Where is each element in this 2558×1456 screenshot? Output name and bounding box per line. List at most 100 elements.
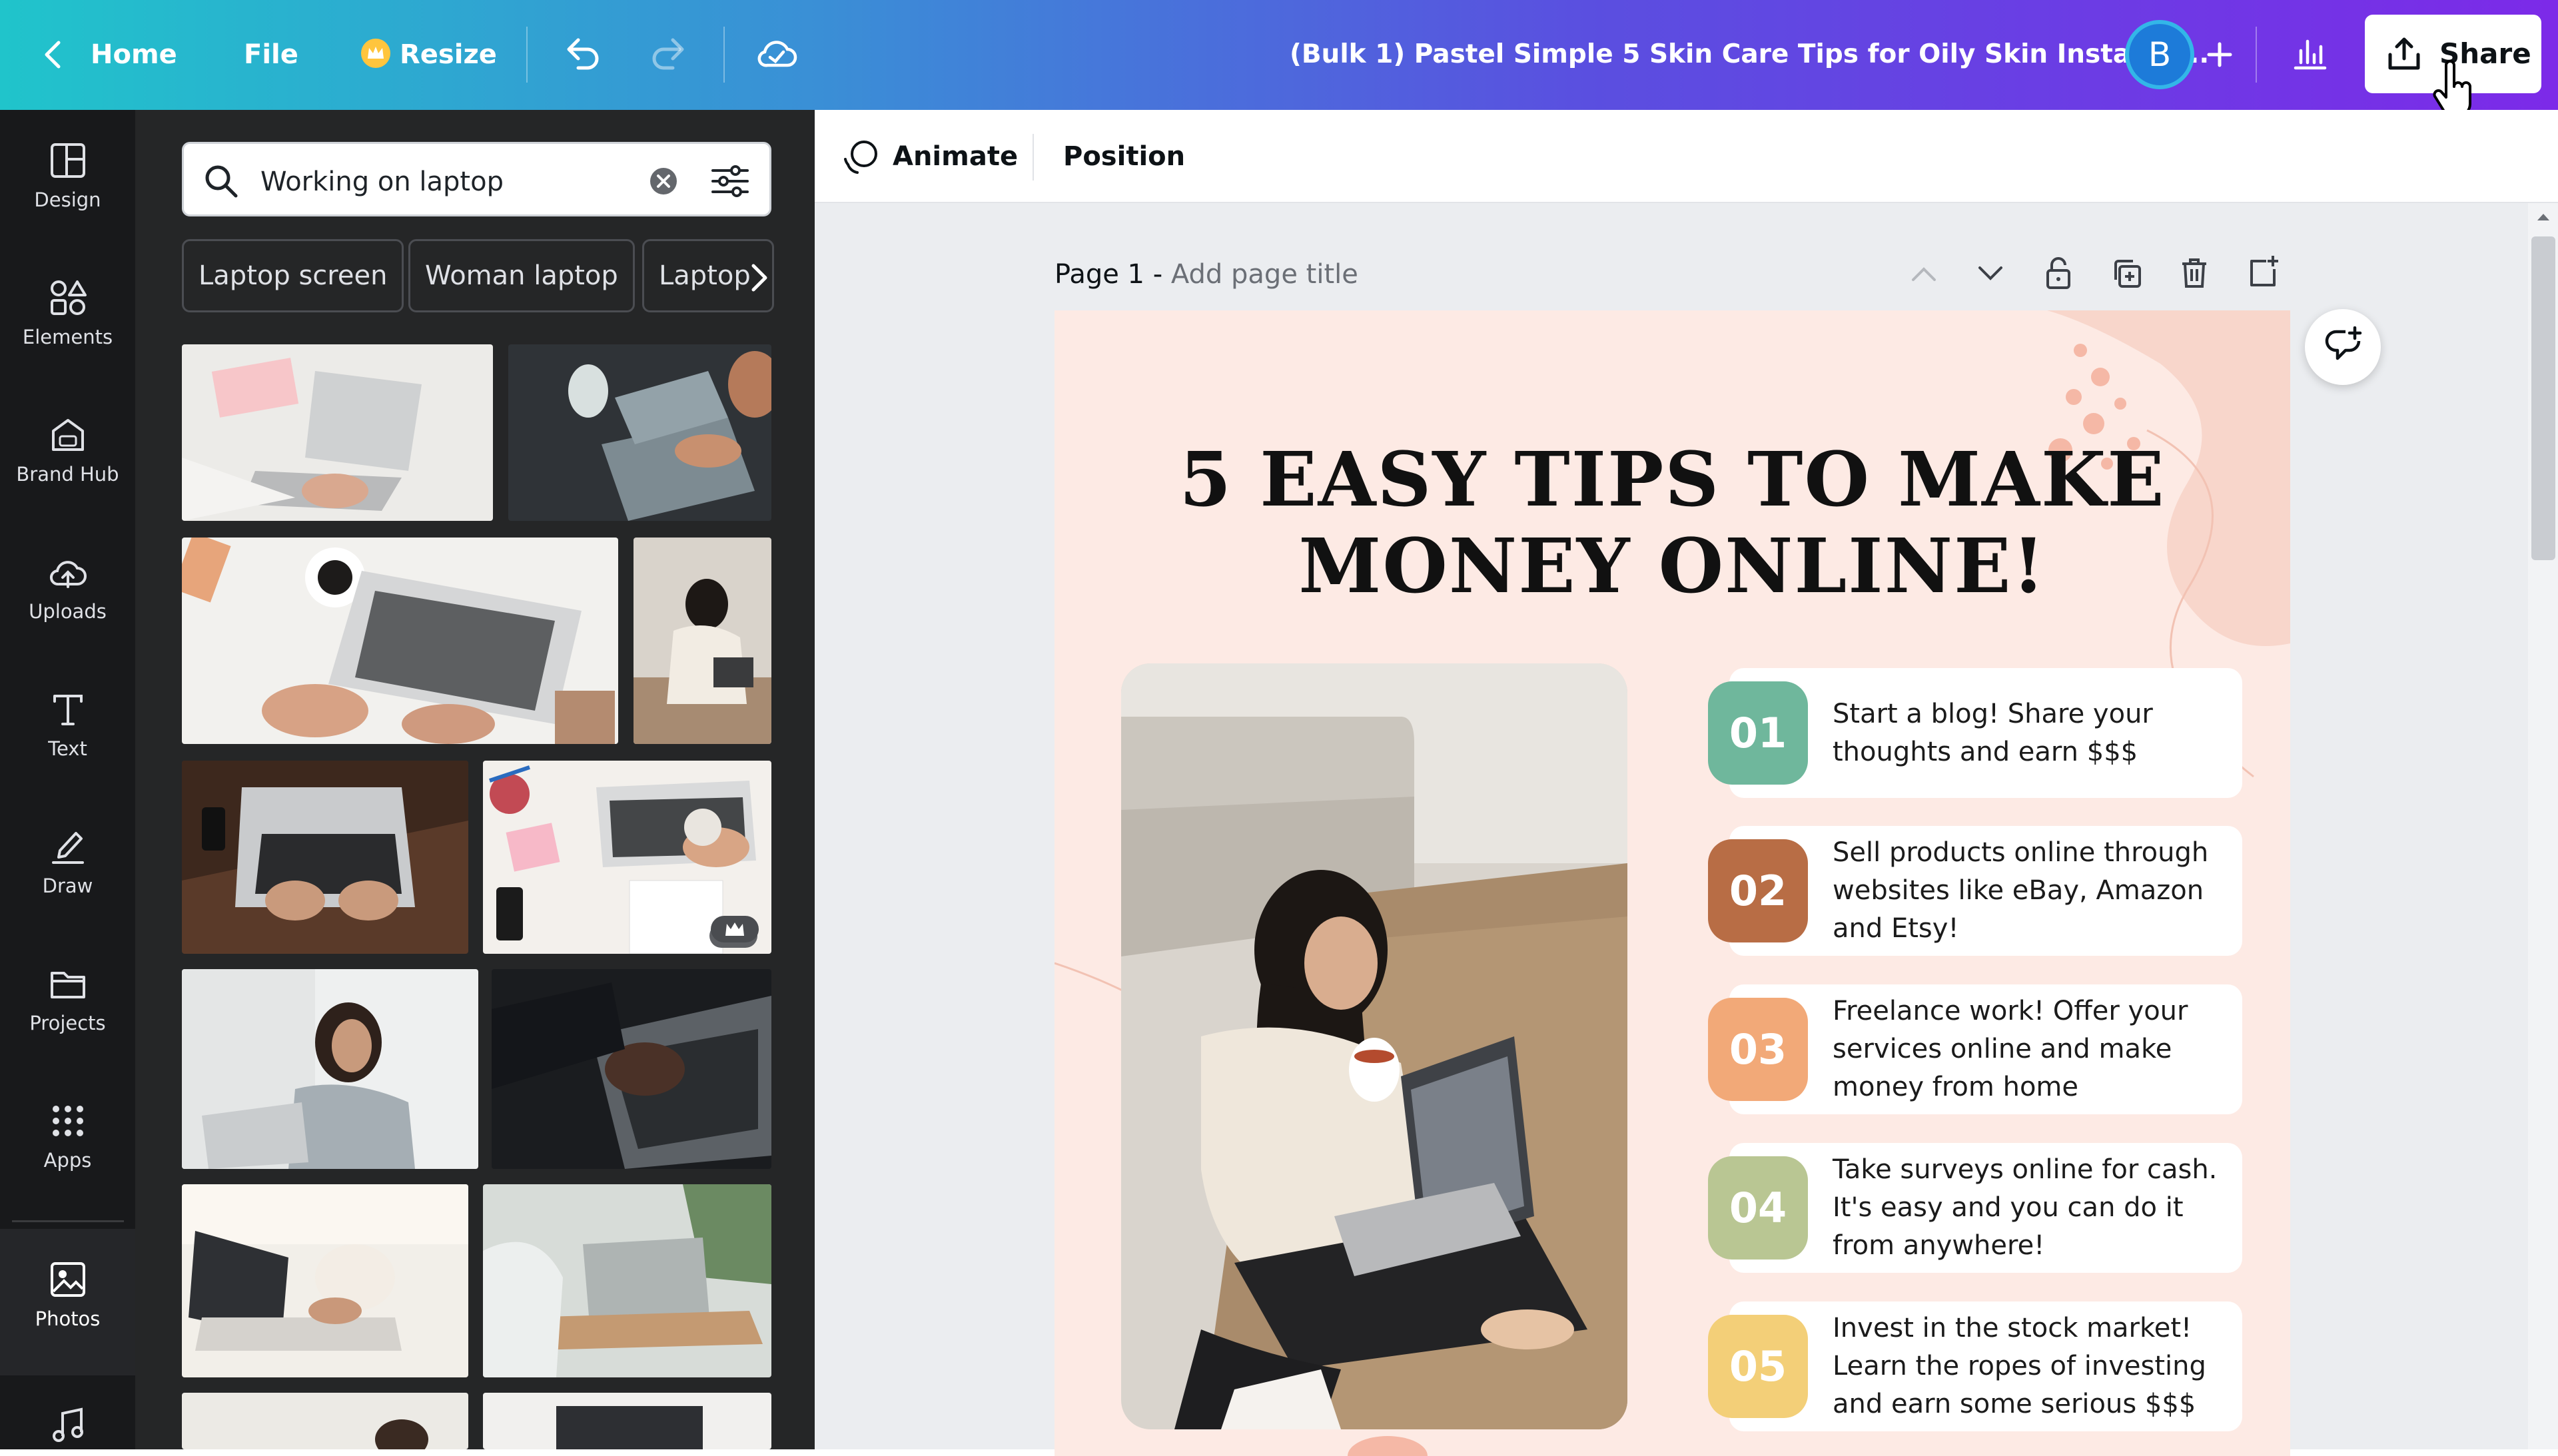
scroll-up-arrow-icon[interactable] bbox=[2536, 211, 2551, 222]
rail-item-text[interactable]: Text bbox=[0, 659, 135, 792]
file-menu[interactable]: File bbox=[244, 41, 298, 68]
cloud-saved-icon[interactable] bbox=[755, 35, 798, 72]
premium-crown-icon bbox=[711, 916, 759, 942]
photo-thumbnail[interactable] bbox=[182, 344, 493, 521]
duplicate-page-icon[interactable] bbox=[2110, 257, 2144, 290]
music-icon bbox=[48, 1405, 88, 1445]
design-page[interactable]: 5 EASY TIPS TO MAKE MONEY ONLINE! 01 Sta… bbox=[1055, 310, 2290, 1456]
tip-card[interactable]: 01 Start a blog! Share your thoughts and… bbox=[1708, 668, 2242, 798]
rail-item-brand-hub[interactable]: Brand Hub bbox=[0, 384, 135, 518]
photos-icon bbox=[48, 1260, 88, 1299]
heading-line: MONEY ONLINE! bbox=[1298, 523, 2046, 610]
search-input[interactable]: Working on laptop bbox=[260, 169, 504, 195]
separator bbox=[1033, 134, 1034, 181]
page-title-input[interactable]: Add page title bbox=[1171, 259, 1358, 290]
chevron-right-icon[interactable] bbox=[749, 263, 769, 292]
page-number: Page 1 - bbox=[1055, 259, 1163, 290]
photo-thumbnail[interactable] bbox=[182, 1393, 468, 1449]
lock-icon[interactable] bbox=[2042, 256, 2074, 290]
avatar[interactable]: B bbox=[2125, 20, 2194, 89]
filter-icon[interactable] bbox=[710, 163, 750, 200]
rail-label: Uploads bbox=[29, 600, 107, 623]
scrollbar-thumb[interactable] bbox=[2531, 236, 2555, 560]
search-icon bbox=[203, 163, 240, 200]
tip-text: Sell products online through websites li… bbox=[1833, 837, 2209, 944]
rail-item-design[interactable]: Design bbox=[0, 110, 135, 243]
upload-icon bbox=[48, 552, 88, 592]
folder-icon bbox=[48, 964, 88, 1004]
share-icon bbox=[2385, 35, 2423, 73]
undo-icon[interactable] bbox=[562, 35, 602, 72]
tip-card[interactable]: 04 Take surveys online for cash. It's ea… bbox=[1708, 1143, 2242, 1273]
chevron-up-icon[interactable] bbox=[1909, 262, 1938, 285]
context-toolbar: Animate Position bbox=[815, 110, 2558, 203]
photo-thumbnail[interactable] bbox=[483, 1393, 771, 1449]
rail-item-photos[interactable]: Photos bbox=[0, 1229, 135, 1375]
crown-icon bbox=[360, 37, 392, 69]
clear-icon[interactable] bbox=[649, 167, 678, 196]
add-comment-button[interactable] bbox=[2305, 309, 2381, 385]
tip-text: Freelance work! Offer your services onli… bbox=[1833, 996, 2188, 1102]
rail-divider bbox=[12, 1220, 124, 1222]
tip-card[interactable]: 03 Freelance work! Offer your services o… bbox=[1708, 984, 2242, 1114]
separator bbox=[2256, 27, 2257, 83]
tip-number-badge: 01 bbox=[1708, 681, 1808, 785]
rail-label: Text bbox=[48, 737, 87, 760]
plus-icon[interactable] bbox=[2202, 37, 2237, 72]
rail-label: Draw bbox=[42, 875, 93, 897]
elements-icon bbox=[48, 278, 88, 318]
search-box[interactable]: Working on laptop bbox=[182, 142, 771, 216]
photo-thumbnail[interactable] bbox=[483, 1184, 771, 1377]
page-header: Page 1 - Add page title bbox=[1055, 261, 1358, 288]
tip-text: Take surveys online for cash. It's easy … bbox=[1833, 1154, 2218, 1261]
resize-button[interactable]: Resize bbox=[400, 41, 497, 68]
photo-thumbnail[interactable] bbox=[182, 538, 618, 744]
chevron-left-icon[interactable] bbox=[41, 40, 65, 69]
suggestion-chip[interactable]: Laptop screen bbox=[182, 239, 404, 312]
rail-item-uploads[interactable]: Uploads bbox=[0, 522, 135, 655]
tip-number-badge: 04 bbox=[1708, 1156, 1808, 1260]
redo-icon[interactable] bbox=[649, 35, 689, 72]
main-photo[interactable] bbox=[1121, 663, 1627, 1429]
analytics-icon[interactable] bbox=[2292, 35, 2329, 72]
home-button[interactable]: Home bbox=[91, 41, 177, 68]
rail-label: Projects bbox=[29, 1012, 106, 1034]
rail-item-apps[interactable]: Apps bbox=[0, 1070, 135, 1204]
rail-item-audio[interactable] bbox=[0, 1379, 135, 1449]
document-title[interactable]: (Bulk 1) Pastel Simple 5 Skin Care Tips … bbox=[1290, 41, 2209, 68]
chevron-down-icon[interactable] bbox=[1976, 262, 2005, 285]
comment-add-icon bbox=[2323, 326, 2364, 368]
animate-button[interactable]: Animate bbox=[893, 143, 1018, 170]
separator bbox=[723, 27, 725, 83]
position-button[interactable]: Position bbox=[1063, 143, 1185, 170]
photos-panel: Working on laptop Laptop screen Woman la… bbox=[135, 110, 815, 1449]
draw-icon bbox=[48, 827, 88, 867]
photo-thumbnail[interactable] bbox=[634, 538, 771, 744]
photo-thumbnail[interactable] bbox=[182, 969, 478, 1169]
tip-text: Start a blog! Share your thoughts and ea… bbox=[1833, 698, 2153, 767]
rail-label: Brand Hub bbox=[16, 463, 119, 486]
separator bbox=[526, 27, 528, 83]
rail-item-projects[interactable]: Projects bbox=[0, 933, 135, 1066]
tip-number-badge: 05 bbox=[1708, 1315, 1808, 1418]
photo-thumbnail[interactable] bbox=[508, 344, 771, 521]
text-icon bbox=[48, 689, 88, 729]
tip-number-badge: 03 bbox=[1708, 998, 1808, 1101]
suggestion-chip[interactable]: Woman laptop bbox=[408, 239, 635, 312]
rail-item-elements[interactable]: Elements bbox=[0, 247, 135, 380]
rail-item-draw[interactable]: Draw bbox=[0, 796, 135, 929]
tip-card[interactable]: 02 Sell products online through websites… bbox=[1708, 826, 2242, 956]
apps-icon bbox=[48, 1101, 88, 1141]
rail-label: Apps bbox=[43, 1149, 92, 1172]
photo-thumbnail[interactable] bbox=[492, 969, 771, 1169]
left-rail: Design Elements Brand Hub Uploads Text D… bbox=[0, 110, 135, 1449]
photo-thumbnail[interactable] bbox=[182, 761, 468, 954]
animate-icon bbox=[841, 137, 881, 177]
delete-icon[interactable] bbox=[2178, 256, 2210, 290]
add-page-icon[interactable] bbox=[2246, 254, 2280, 289]
top-bar: Home File Resize (Bulk 1) Pastel Simple … bbox=[0, 0, 2558, 117]
design-heading[interactable]: 5 EASY TIPS TO MAKE MONEY ONLINE! bbox=[1055, 437, 2290, 610]
photo-thumbnail[interactable] bbox=[182, 1184, 468, 1377]
tip-card[interactable]: 05 Invest in the stock market! Learn the… bbox=[1708, 1301, 2242, 1431]
rail-label: Design bbox=[34, 188, 101, 211]
